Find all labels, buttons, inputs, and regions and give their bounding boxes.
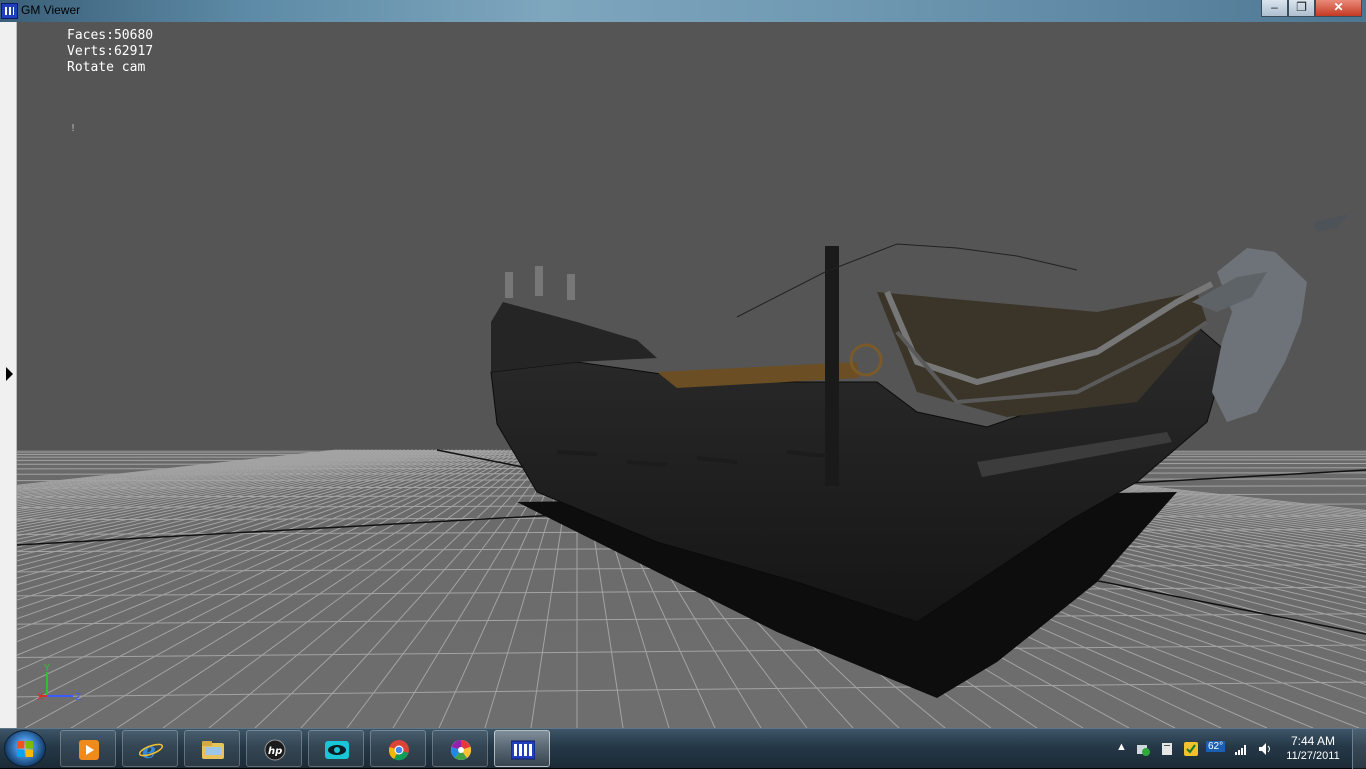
app-icon (1, 3, 18, 19)
hp-icon: hp (263, 739, 287, 761)
clock-time: 7:44 AM (1282, 734, 1344, 749)
taskbar-gm-viewer[interactable] (494, 730, 550, 767)
faces-count: Faces:50680 (67, 28, 153, 44)
eye-icon (325, 739, 349, 761)
stats-overlay: Faces:50680 Verts:62917 Rotate cam (67, 28, 153, 76)
windows-logo-icon (16, 740, 34, 758)
picasa-icon (449, 739, 473, 761)
taskbar-clock[interactable]: 7:44 AM 11/27/2011 (1282, 734, 1344, 764)
taskbar-hp[interactable]: hp (246, 730, 302, 767)
taskbar-picasa[interactable] (432, 730, 488, 767)
taskbar-eye-app[interactable] (308, 730, 364, 767)
3d-viewport[interactable]: Faces:50680 Verts:62917 Rotate cam ! Y X… (17, 22, 1366, 728)
window-title-bar[interactable]: GM Viewer ‒ ❐ ✕ (0, 0, 1366, 22)
taskbar-windows-explorer[interactable] (184, 730, 240, 767)
taskbar-internet-explorer[interactable]: e (122, 730, 178, 767)
norton-icon[interactable] (1184, 742, 1198, 759)
system-tray: ▲ 62° (1110, 729, 1290, 769)
network-check-icon[interactable] (1136, 742, 1150, 759)
triangle-right-icon[interactable] (6, 367, 13, 381)
axis-y-label: Y (44, 663, 50, 674)
minimize-button[interactable]: ‒ (1261, 0, 1288, 17)
window-title: GM Viewer (21, 3, 80, 17)
axis-z-label: Z (75, 692, 81, 703)
svg-text:e: e (142, 739, 156, 761)
axis-gizmo: Y X Z (37, 662, 87, 707)
clock-date: 11/27/2011 (1282, 749, 1344, 764)
axis-x-label: X (37, 692, 43, 703)
media-player-icon (77, 739, 101, 761)
windows-taskbar: e hp (0, 728, 1366, 768)
scene-canvas[interactable] (17, 22, 1366, 728)
speaker-icon[interactable] (1258, 742, 1274, 759)
side-panel-toggle[interactable] (0, 22, 17, 728)
chrome-icon (387, 739, 411, 761)
clipboard-icon[interactable] (1160, 742, 1174, 759)
camera-mode: Rotate cam (67, 60, 153, 76)
cursor-marker: ! (70, 123, 76, 134)
ship-mast (825, 246, 839, 486)
verts-count: Verts:62917 (67, 44, 153, 60)
maximize-button[interactable]: ❐ (1288, 0, 1315, 17)
folder-icon (201, 739, 225, 761)
ie-icon: e (139, 739, 163, 761)
start-button[interactable] (4, 730, 46, 767)
taskbar-media-player[interactable] (60, 730, 116, 767)
show-hidden-icons-icon[interactable]: ▲ (1116, 741, 1127, 753)
close-button[interactable]: ✕ (1315, 0, 1362, 17)
gm-viewer-icon (511, 739, 535, 761)
taskbar-chrome[interactable] (370, 730, 426, 767)
weather-temperature[interactable]: 62° (1206, 741, 1225, 752)
show-desktop-button[interactable] (1352, 729, 1366, 769)
signal-strength-icon[interactable] (1234, 742, 1248, 759)
svg-text:hp: hp (268, 746, 282, 757)
